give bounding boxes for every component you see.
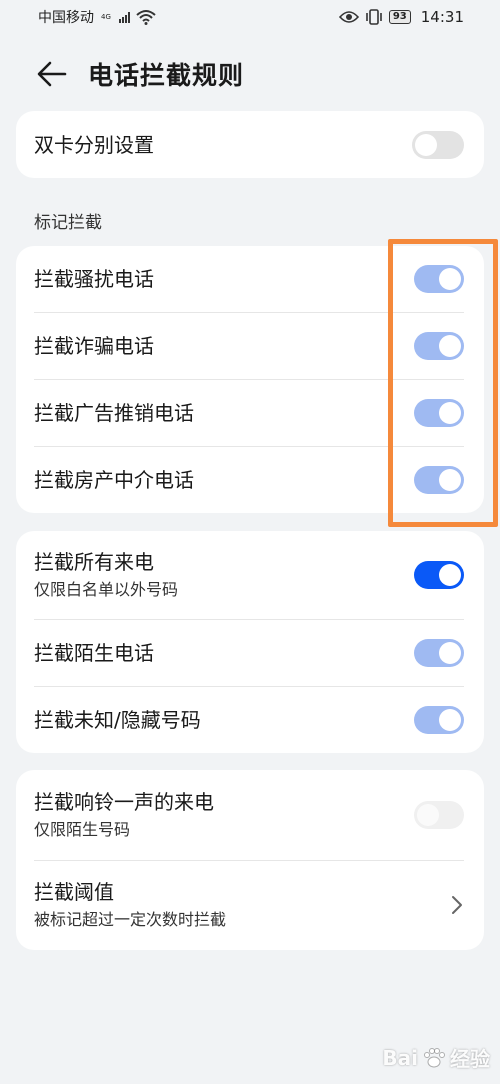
- dual-sim-card: 双卡分别设置: [16, 111, 484, 178]
- row-block-strangers[interactable]: 拦截陌生电话: [16, 619, 484, 686]
- clock: 14:31: [420, 8, 464, 26]
- dual-sim-row[interactable]: 双卡分别设置: [16, 111, 484, 178]
- watermark-text: Bai: [382, 1045, 418, 1070]
- toggle-block-harassment[interactable]: [414, 265, 464, 293]
- row-label: 拦截响铃一声的来电: [34, 790, 214, 814]
- status-bar: 中国移动 4G 93 14:31: [0, 0, 500, 34]
- ring-threshold-card: 拦截响铃一声的来电 仅限陌生号码 拦截阈值 被标记超过一定次数时拦截: [16, 770, 484, 950]
- toggle-block-real-estate[interactable]: [414, 465, 464, 494]
- toggle-block-fraud[interactable]: [414, 331, 464, 360]
- row-block-real-estate[interactable]: 拦截房产中介电话: [16, 446, 484, 513]
- dual-sim-toggle[interactable]: [412, 130, 464, 159]
- row-text: 拦截响铃一声的来电 仅限陌生号码: [34, 788, 214, 842]
- toggle-block-ads[interactable]: [414, 398, 464, 427]
- watermark: Bai 经验: [382, 1043, 490, 1072]
- row-subtitle: 仅限陌生号码: [34, 820, 131, 839]
- signal-icon: [118, 11, 130, 23]
- row-label: 拦截广告推销电话: [34, 400, 194, 425]
- incoming-calls-card: 拦截所有来电 仅限白名单以外号码 拦截陌生电话 拦截未知/隐藏号码: [16, 531, 484, 753]
- status-left: 中国移动 4G: [38, 7, 156, 27]
- back-arrow-icon: [37, 61, 67, 87]
- toggle-block-ring-once[interactable]: [414, 801, 464, 829]
- battery-icon: 93: [388, 10, 411, 24]
- row-subtitle: 被标记超过一定次数时拦截: [34, 910, 227, 929]
- page-title: 电话拦截规则: [88, 61, 245, 90]
- wifi-icon: [136, 10, 156, 25]
- row-label: 拦截未知/隐藏号码: [34, 707, 201, 732]
- eye-icon: [338, 11, 359, 23]
- row-text: 拦截所有来电 仅限白名单以外号码: [34, 548, 178, 602]
- row-label: 拦截所有来电: [34, 550, 154, 574]
- row-label: 拦截房产中介电话: [34, 467, 194, 492]
- row-subtitle: 仅限白名单以外号码: [34, 580, 179, 599]
- row-text: 拦截阈值 被标记超过一定次数时拦截: [34, 878, 226, 932]
- row-block-ring-once[interactable]: 拦截响铃一声的来电 仅限陌生号码: [16, 770, 484, 860]
- row-block-fraud[interactable]: 拦截诈骗电话: [16, 312, 484, 379]
- row-label: 拦截骚扰电话: [34, 267, 154, 291]
- dual-sim-label: 双卡分别设置: [34, 132, 154, 157]
- status-right: 93 14:31: [338, 8, 464, 26]
- carrier-name: 中国移动: [38, 10, 94, 26]
- row-block-threshold[interactable]: 拦截阈值 被标记超过一定次数时拦截: [16, 860, 484, 950]
- row-label: 拦截陌生电话: [34, 640, 154, 665]
- row-block-all-calls[interactable]: 拦截所有来电 仅限白名单以外号码: [16, 531, 484, 619]
- paw-icon: [424, 1047, 445, 1067]
- network-type: 4G: [101, 13, 111, 21]
- toggle-block-all-calls[interactable]: [414, 561, 464, 589]
- back-button[interactable]: [22, 44, 82, 104]
- mark-interception-card: 拦截骚扰电话 拦截诈骗电话 拦截广告推销电话 拦截房产中介电话: [16, 246, 484, 513]
- chevron-right-icon: [452, 896, 462, 914]
- section-label-mark: 标记拦截: [34, 213, 102, 233]
- row-block-ads[interactable]: 拦截广告推销电话: [16, 379, 484, 446]
- toggle-block-hidden-numbers[interactable]: [414, 705, 464, 734]
- header: 电话拦截规则: [0, 44, 500, 104]
- row-block-hidden-numbers[interactable]: 拦截未知/隐藏号码: [16, 686, 484, 753]
- toggle-block-strangers[interactable]: [414, 638, 464, 667]
- row-block-harassment[interactable]: 拦截骚扰电话: [16, 246, 484, 312]
- row-label: 拦截阈值: [34, 880, 114, 904]
- watermark-text-2: 经验: [450, 1047, 490, 1071]
- vibrate-icon: [366, 9, 382, 25]
- row-label: 拦截诈骗电话: [34, 333, 154, 358]
